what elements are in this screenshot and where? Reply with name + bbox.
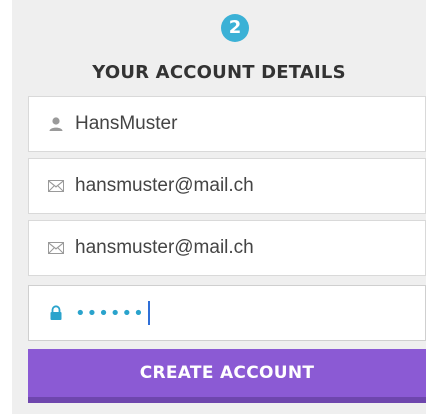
user-icon	[45, 114, 67, 134]
username-field[interactable]: HansMuster	[28, 96, 426, 152]
button-shadow	[28, 397, 426, 403]
envelope-icon	[45, 176, 67, 196]
email-value: hansmuster@mail.ch	[75, 175, 254, 196]
section-heading: YOUR ACCOUNT DETAILS	[92, 62, 346, 83]
username-value: HansMuster	[75, 113, 178, 134]
create-account-button[interactable]: CREATE ACCOUNT	[28, 349, 426, 397]
envelope-icon	[45, 238, 67, 258]
password-field[interactable]: ••••••	[28, 285, 426, 341]
password-masked-value: ••••••	[75, 302, 145, 324]
email-confirm-value: hansmuster@mail.ch	[75, 237, 254, 258]
text-cursor	[147, 301, 150, 325]
lock-icon	[45, 303, 67, 323]
email-field[interactable]: hansmuster@mail.ch	[28, 158, 426, 214]
step-number-badge: 2	[221, 14, 249, 42]
email-confirm-field[interactable]: hansmuster@mail.ch	[28, 220, 426, 276]
